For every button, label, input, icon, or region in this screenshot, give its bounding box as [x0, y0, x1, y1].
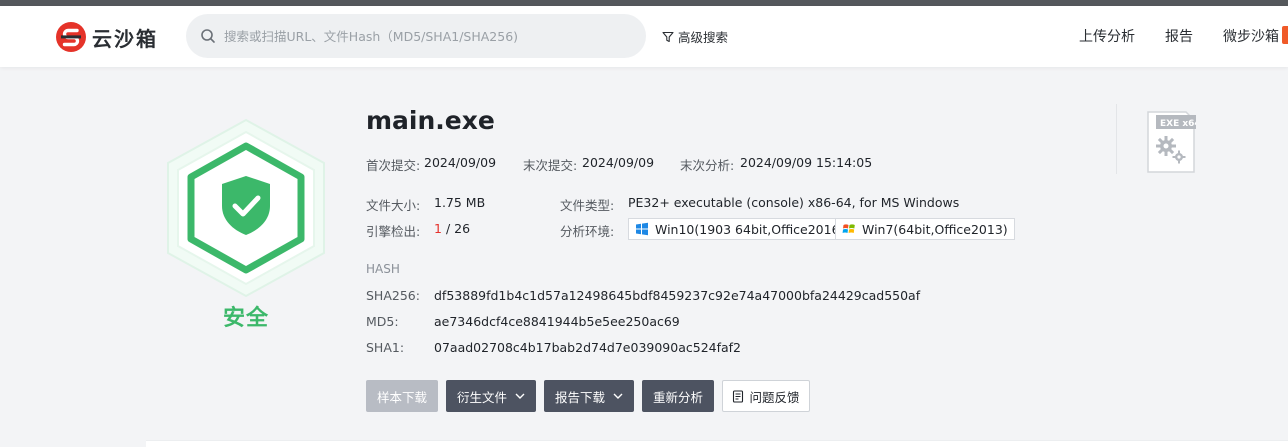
feedback-icon	[733, 389, 744, 403]
search-input[interactable]	[224, 28, 624, 44]
sha1-label: SHA1:	[366, 340, 405, 355]
navbar: 云沙箱 高级搜索 上传分析 报告 微步沙箱	[0, 6, 1288, 67]
engine-label: 引擎检出:	[366, 224, 421, 239]
logo-icon	[56, 22, 86, 52]
env-win10-label: Win10(1903 64bit,Office2016)	[655, 221, 845, 237]
feedback-button[interactable]: 问题反馈	[722, 380, 810, 412]
engine-total: 26	[454, 221, 471, 236]
chevron-down-icon	[613, 393, 623, 399]
advanced-search-link[interactable]: 高级搜索	[662, 27, 728, 46]
sha256-label: SHA256:	[366, 288, 420, 303]
content-panel-edge	[146, 440, 1288, 447]
engine-separator: /	[445, 221, 451, 236]
report-download-button[interactable]: 报告下载	[544, 380, 634, 412]
first-submit-label: 首次提交:	[366, 158, 421, 173]
nav-sandbox[interactable]: 微步沙箱	[1223, 26, 1279, 46]
exe-file-icon: EXE x64	[1147, 111, 1196, 173]
env-win7[interactable]: Win7(64bit,Office2013)	[835, 218, 1015, 240]
filter-icon	[662, 31, 674, 42]
last-submit-value: 2024/09/09	[582, 155, 655, 170]
advanced-search-label: 高级搜索	[678, 30, 729, 45]
windows10-icon	[636, 222, 648, 236]
env-win7-label: Win7(64bit,Office2013)	[862, 221, 1008, 237]
engine-value: 1 / 26	[434, 221, 470, 236]
derived-files-label: 衍生文件	[456, 389, 507, 405]
engine-detected: 1	[434, 221, 442, 236]
hash-heading: HASH	[366, 262, 400, 276]
nav-badge	[1282, 26, 1288, 44]
search-bar[interactable]	[186, 14, 646, 58]
sha256-value[interactable]: df53889fd1b4c1d57a12498645bdf8459237c92e…	[434, 288, 920, 303]
feedback-label: 问题反馈	[749, 389, 800, 405]
sha1-value[interactable]: 07aad02708c4b17bab2d74d7e039090ac524faf2	[434, 340, 741, 355]
nav-upload-analysis[interactable]: 上传分析	[1079, 26, 1135, 46]
env-win10[interactable]: Win10(1903 64bit,Office2016)	[628, 218, 852, 240]
verdict-label: 安全	[222, 306, 269, 331]
report-download-label: 报告下载	[554, 389, 605, 405]
verdict-badge	[167, 118, 325, 298]
file-name: main.exe	[366, 106, 495, 135]
last-analysis-value: 2024/09/09 15:14:05	[740, 155, 873, 170]
md5-value[interactable]: ae7346dcf4ce8841944b5e5ee250ac69	[434, 314, 680, 329]
exe-file-icon-label: EXE x64	[1160, 119, 1196, 129]
last-submit-label: 末次提交:	[523, 158, 578, 173]
file-size-value: 1.75 MB	[434, 195, 486, 210]
search-icon	[201, 29, 215, 43]
nav-report[interactable]: 报告	[1165, 26, 1193, 46]
file-type-label: 文件类型:	[560, 198, 615, 213]
file-type-value: PE32+ executable (console) x86-64, for M…	[628, 195, 960, 210]
last-analysis-label: 末次分析:	[680, 158, 735, 173]
env-label: 分析环境:	[560, 224, 615, 239]
file-size-label: 文件大小:	[366, 198, 421, 213]
derived-files-button[interactable]: 衍生文件	[446, 380, 536, 412]
first-submit-value: 2024/09/09	[424, 155, 497, 170]
chevron-down-icon	[515, 393, 525, 399]
windows7-icon	[842, 224, 855, 233]
sample-download-button[interactable]: 样本下载	[366, 380, 438, 412]
reanalyze-button[interactable]: 重新分析	[642, 380, 714, 412]
divider	[1116, 104, 1117, 174]
brand-name: 云沙箱	[92, 26, 158, 51]
brand-logo[interactable]: 云沙箱	[55, 21, 158, 53]
md5-label: MD5:	[366, 314, 399, 329]
